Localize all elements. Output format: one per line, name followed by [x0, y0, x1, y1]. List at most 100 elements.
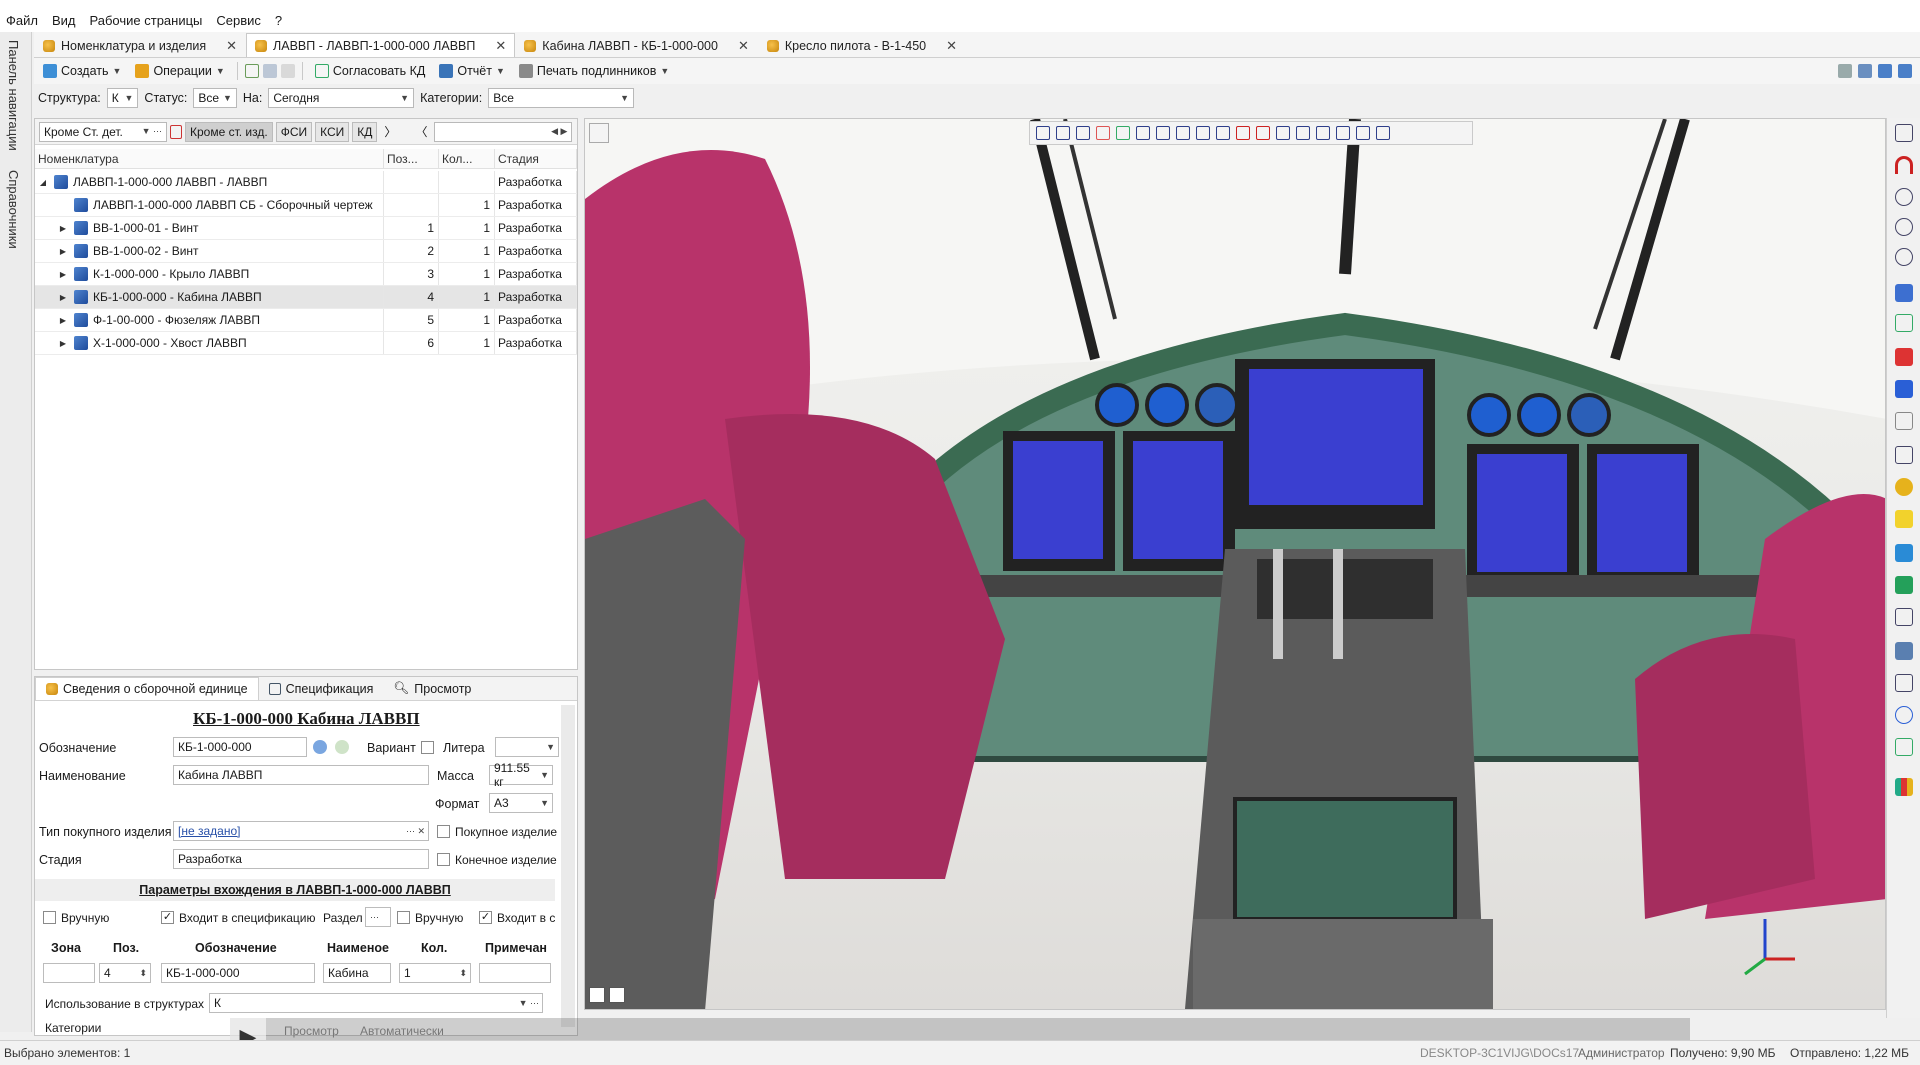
measure-angle-icon[interactable] — [1895, 314, 1913, 332]
litera-select[interactable]: ▼ — [495, 737, 559, 757]
zoom-icon[interactable] — [1895, 188, 1913, 206]
tree-row[interactable]: ▶ Х-1-000-000 - Хвост ЛАВВП 6 1 Разработка — [35, 332, 577, 355]
pos-stepper[interactable]: 4 ⬍ — [99, 963, 151, 983]
properties-scrollbar[interactable] — [561, 705, 575, 1027]
section-plane-icon[interactable] — [1895, 348, 1913, 366]
ksi-button[interactable]: КСИ — [315, 121, 350, 142]
viewport-settings-icon[interactable] — [589, 123, 609, 143]
col-stage[interactable]: Стадия — [495, 149, 577, 168]
in-spec-checkbox[interactable]: ✓ — [161, 911, 174, 924]
menu-workpages[interactable]: Рабочие страницы — [90, 13, 203, 28]
expand-icon[interactable]: ▶ — [57, 270, 69, 279]
categories-select[interactable]: Все ▼ — [488, 88, 634, 108]
tab-references[interactable]: Справочники — [6, 170, 21, 249]
tab-navigation-panel[interactable]: Панель навигации — [6, 40, 21, 151]
kd-button[interactable]: КД — [352, 121, 378, 142]
note-field[interactable] — [479, 963, 551, 983]
window-icon[interactable] — [1878, 64, 1892, 78]
tab-pilot-seat[interactable]: Кресло пилота - В-1-450 ✕ — [758, 33, 966, 57]
box-icon[interactable] — [1256, 126, 1270, 140]
col-quantity[interactable]: Кол... — [439, 149, 495, 168]
chart-icon[interactable] — [1895, 778, 1913, 796]
purchased-checkbox[interactable] — [437, 825, 450, 838]
manual-checkbox[interactable] — [43, 911, 56, 924]
color-icon[interactable] — [1895, 478, 1913, 496]
axis-icon[interactable] — [1196, 126, 1210, 140]
view-side-icon[interactable] — [1316, 126, 1330, 140]
in-c-checkbox[interactable]: ✓ — [479, 911, 492, 924]
printer-icon[interactable] — [1838, 64, 1852, 78]
rotate-icon[interactable] — [1895, 412, 1913, 430]
stage-field[interactable]: Разработка — [173, 849, 429, 869]
grid-designation-field[interactable]: КБ-1-000-000 — [161, 963, 315, 983]
single-view-icon[interactable] — [609, 987, 625, 1003]
exclude-std-select[interactable]: Кроме Ст. дет. ▼ ⋯ — [39, 121, 167, 142]
approve-kd-button[interactable]: Согласовать КД — [310, 60, 431, 82]
hide-icon[interactable] — [1076, 126, 1090, 140]
menu-help[interactable]: ? — [275, 13, 282, 28]
usage-select[interactable]: К ▼ ⋯ — [209, 993, 543, 1013]
delete-icon[interactable] — [280, 64, 295, 78]
menu-service[interactable]: Сервис — [216, 13, 261, 28]
filter-icon[interactable] — [1056, 126, 1070, 140]
create-button[interactable]: Создать ▼ — [38, 60, 126, 82]
status-select[interactable]: Все ▼ — [193, 88, 237, 108]
export-icon[interactable] — [1895, 738, 1913, 756]
magnet-icon[interactable] — [1895, 156, 1913, 174]
lock-icon[interactable] — [170, 124, 182, 139]
section-icon[interactable] — [1096, 126, 1110, 140]
layout-icon[interactable] — [1895, 124, 1913, 142]
view-front-icon[interactable] — [1276, 126, 1290, 140]
clear-icon[interactable]: ⋯ ✕ — [406, 826, 425, 837]
refresh-icon[interactable] — [335, 740, 349, 754]
menu-file[interactable]: Файл — [6, 13, 38, 28]
tab-specification[interactable]: Спецификация — [259, 677, 384, 700]
zoom-out-icon[interactable] — [1895, 248, 1913, 266]
3d-viewport[interactable] — [584, 118, 1886, 1010]
print-icon[interactable] — [1356, 126, 1370, 140]
split-view-icon[interactable] — [589, 987, 605, 1003]
box-icon[interactable] — [1236, 126, 1250, 140]
tab-lavvp[interactable]: ЛАВВП - ЛАВВП-1-000-000 ЛАВВП ✕ — [246, 33, 516, 57]
expand-icon[interactable]: ▶ — [57, 293, 69, 302]
tag-icon[interactable] — [1895, 544, 1913, 562]
variant-checkbox[interactable] — [421, 741, 434, 754]
expand-icon[interactable]: ▶ — [57, 247, 69, 256]
tab-nomenclature[interactable]: Номенклатура и изделия ✕ — [34, 33, 246, 57]
grid-icon[interactable] — [1156, 126, 1170, 140]
chevron-right-icon[interactable]: 〉 — [384, 123, 396, 140]
col-nomenclature[interactable]: Номенклатура — [35, 149, 384, 168]
assembly-icon[interactable] — [1895, 608, 1913, 626]
expand-icon[interactable]: ▶ — [57, 339, 69, 348]
tab-assembly-info[interactable]: Сведения о сборочной единице — [35, 677, 259, 700]
purchase-type-value[interactable]: [не задано] — [178, 824, 240, 838]
zoom-in-icon[interactable] — [1895, 218, 1913, 236]
section-field[interactable]: ⋯ — [365, 907, 391, 927]
tree-row[interactable]: ЛАВВП-1-000-000 ЛАВВП СБ - Сборочный чер… — [35, 194, 577, 217]
close-icon[interactable]: ✕ — [946, 38, 957, 54]
chevron-left-icon[interactable]: 〈 — [415, 123, 427, 140]
view-iso-icon[interactable] — [1336, 126, 1350, 140]
material-icon[interactable] — [1895, 576, 1913, 594]
structure-select[interactable]: К ▼ — [106, 88, 139, 108]
col-position[interactable]: Поз... — [384, 149, 439, 168]
print-originals-button[interactable]: Печать подлинников ▼ — [514, 60, 674, 82]
final-product-checkbox[interactable] — [437, 853, 450, 866]
name-field[interactable]: Кабина ЛАВВП — [173, 765, 429, 785]
save-icon[interactable] — [262, 64, 277, 78]
exclude-std-items-button[interactable]: Кроме ст. изд. — [185, 121, 273, 142]
close-icon[interactable]: ✕ — [495, 38, 506, 54]
expand-icon[interactable]: ▶ — [57, 316, 69, 325]
refresh-icon[interactable] — [1895, 706, 1913, 724]
mass-field[interactable]: 911.55 кг ▼ — [489, 761, 553, 789]
fsi-button[interactable]: ФСИ — [275, 121, 313, 142]
grid-name-field[interactable]: Кабина — [323, 963, 391, 983]
date-select[interactable]: Сегодня ▼ — [268, 88, 415, 108]
designation-field[interactable]: КБ-1-000-000 — [173, 737, 307, 757]
expand-icon[interactable]: ◢ — [37, 178, 49, 187]
layout-icon[interactable] — [1858, 64, 1872, 78]
zone-field[interactable] — [43, 963, 95, 983]
format-select[interactable]: А3 ▼ — [489, 793, 553, 813]
expand-icon[interactable]: ▶ — [57, 224, 69, 233]
axis-icon[interactable] — [1176, 126, 1190, 140]
